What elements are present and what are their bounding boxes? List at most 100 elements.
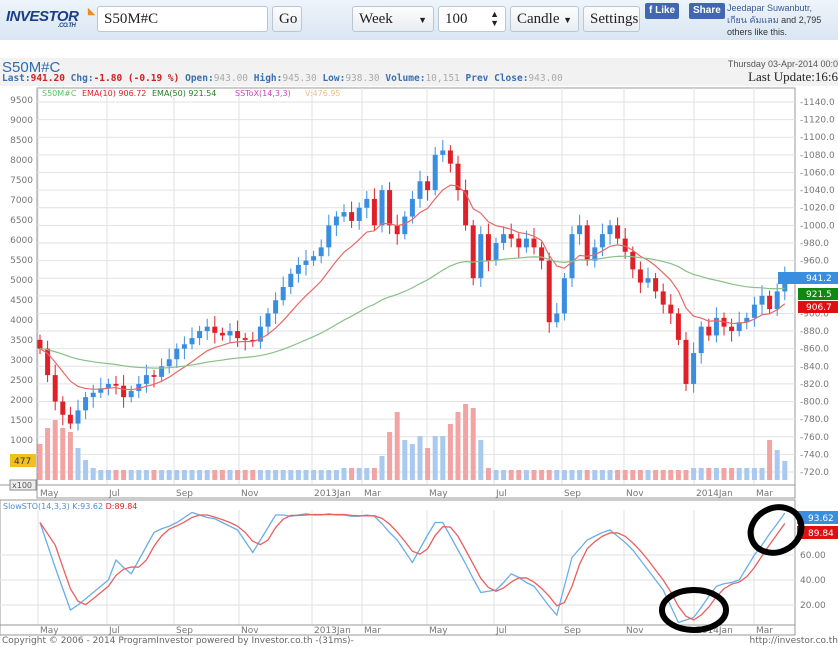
volume-bar xyxy=(440,436,446,480)
volume-bar xyxy=(364,468,370,480)
x-tick-label: Mar xyxy=(364,489,381,499)
candle xyxy=(440,150,446,155)
candle xyxy=(698,326,704,354)
stoch-x-tick-label: Nov xyxy=(626,626,644,636)
stoch-legend: SlowSTO(14,3,3) K:93.62 D:89.84 xyxy=(3,502,137,511)
volume-tick-label: 3000 xyxy=(10,356,33,366)
volume-bar xyxy=(45,428,51,480)
stoch-x-tick-label: Jul xyxy=(108,626,120,636)
volume-bar xyxy=(60,428,66,480)
volume-bar xyxy=(166,470,172,480)
candle xyxy=(67,414,73,424)
volume-bar xyxy=(584,470,590,480)
volume-bar xyxy=(721,468,727,480)
volume-bar xyxy=(599,470,605,480)
candle xyxy=(151,375,157,377)
candle xyxy=(546,260,552,323)
price-tick-label: -1060.0 xyxy=(800,168,835,178)
copyright: Copyright © 2006 - 2014 ProgramInvestor … xyxy=(2,636,354,646)
volume-bar xyxy=(67,432,73,480)
stoch-x-tick-label: 2013Jan xyxy=(314,626,351,636)
volume-bar xyxy=(219,470,225,480)
candle xyxy=(501,234,507,243)
candle xyxy=(204,326,210,332)
candle xyxy=(523,238,529,248)
candle xyxy=(577,225,583,235)
volume-bar xyxy=(425,448,431,480)
candle xyxy=(759,295,765,305)
volume-bar xyxy=(447,424,453,480)
volume-bar xyxy=(523,470,529,480)
volume-bar xyxy=(569,470,575,480)
volume-bar xyxy=(151,470,157,480)
volume-bar xyxy=(774,450,780,480)
volume-bar xyxy=(736,468,742,480)
volume-bar xyxy=(121,470,127,480)
volume-bar xyxy=(75,448,81,480)
volume-bar xyxy=(607,470,613,480)
volume-bar xyxy=(698,468,704,480)
price-tick-label: -960.0 xyxy=(800,257,829,267)
candle xyxy=(508,234,514,239)
volume-bar xyxy=(531,470,537,480)
candle xyxy=(668,304,674,314)
x-tick-label: Jul xyxy=(495,489,507,499)
candle xyxy=(318,247,324,257)
volume-bar xyxy=(409,444,415,480)
volume-bar xyxy=(288,470,294,480)
candle xyxy=(295,264,301,274)
candle xyxy=(189,338,195,345)
volume-bar xyxy=(782,460,788,480)
price-tick-label: -780.0 xyxy=(800,415,829,425)
price-tick-label: -1120.0 xyxy=(800,116,835,126)
volume-bar xyxy=(668,470,674,480)
volume-tick-label: 8500 xyxy=(10,136,33,146)
ema50-label: 921.5 xyxy=(806,290,832,300)
price-chart[interactable]: -1140.0 -1120.0 -1100.0 -1080.0 -1060.0 -1040… xyxy=(0,0,838,636)
candle xyxy=(311,256,317,261)
volume-bar xyxy=(349,468,355,480)
volume-bar xyxy=(90,468,96,480)
candle xyxy=(60,401,66,415)
candle xyxy=(333,216,339,226)
x-tick-label: Sep xyxy=(176,489,193,499)
volume-bar xyxy=(143,470,149,480)
volume-bar xyxy=(759,468,765,480)
candle xyxy=(128,390,134,398)
site-url[interactable]: http://investor.co.th xyxy=(750,636,838,646)
candle xyxy=(235,331,241,339)
volume-bar xyxy=(356,468,362,480)
volume-bar xyxy=(387,432,393,480)
candle xyxy=(166,359,172,367)
candle xyxy=(637,269,643,283)
candle xyxy=(417,181,423,199)
volume-bar xyxy=(98,470,104,480)
volume-bar xyxy=(83,460,89,480)
x-tick-label: May xyxy=(40,489,59,499)
price-tick-label: -1100.0 xyxy=(800,133,835,143)
candle xyxy=(539,247,545,261)
volume-bar xyxy=(622,470,628,480)
volume-tick-label: 5000 xyxy=(10,276,33,286)
volume-bar xyxy=(493,470,499,480)
volume-unit-label: x100 xyxy=(12,481,32,490)
legend-volume: V:476.95 xyxy=(305,89,341,98)
candle xyxy=(622,238,628,252)
volume-bar xyxy=(128,470,134,480)
candle xyxy=(478,234,484,279)
stoch-x-tick-label: Mar xyxy=(756,626,773,636)
volume-bar xyxy=(265,470,271,480)
volume-bar xyxy=(341,468,347,480)
stoch-x-tick-label: Nov xyxy=(241,626,259,636)
volume-bar xyxy=(280,470,286,480)
candle xyxy=(569,234,575,279)
legend-ema50: EMA(50) 921.54 xyxy=(152,89,216,98)
candle xyxy=(470,225,476,279)
candle xyxy=(675,313,681,340)
candle xyxy=(706,326,712,336)
volume-bar xyxy=(402,440,408,480)
volume-bar xyxy=(311,470,317,480)
candle xyxy=(394,225,400,235)
candle xyxy=(767,295,773,310)
candle xyxy=(90,392,96,398)
